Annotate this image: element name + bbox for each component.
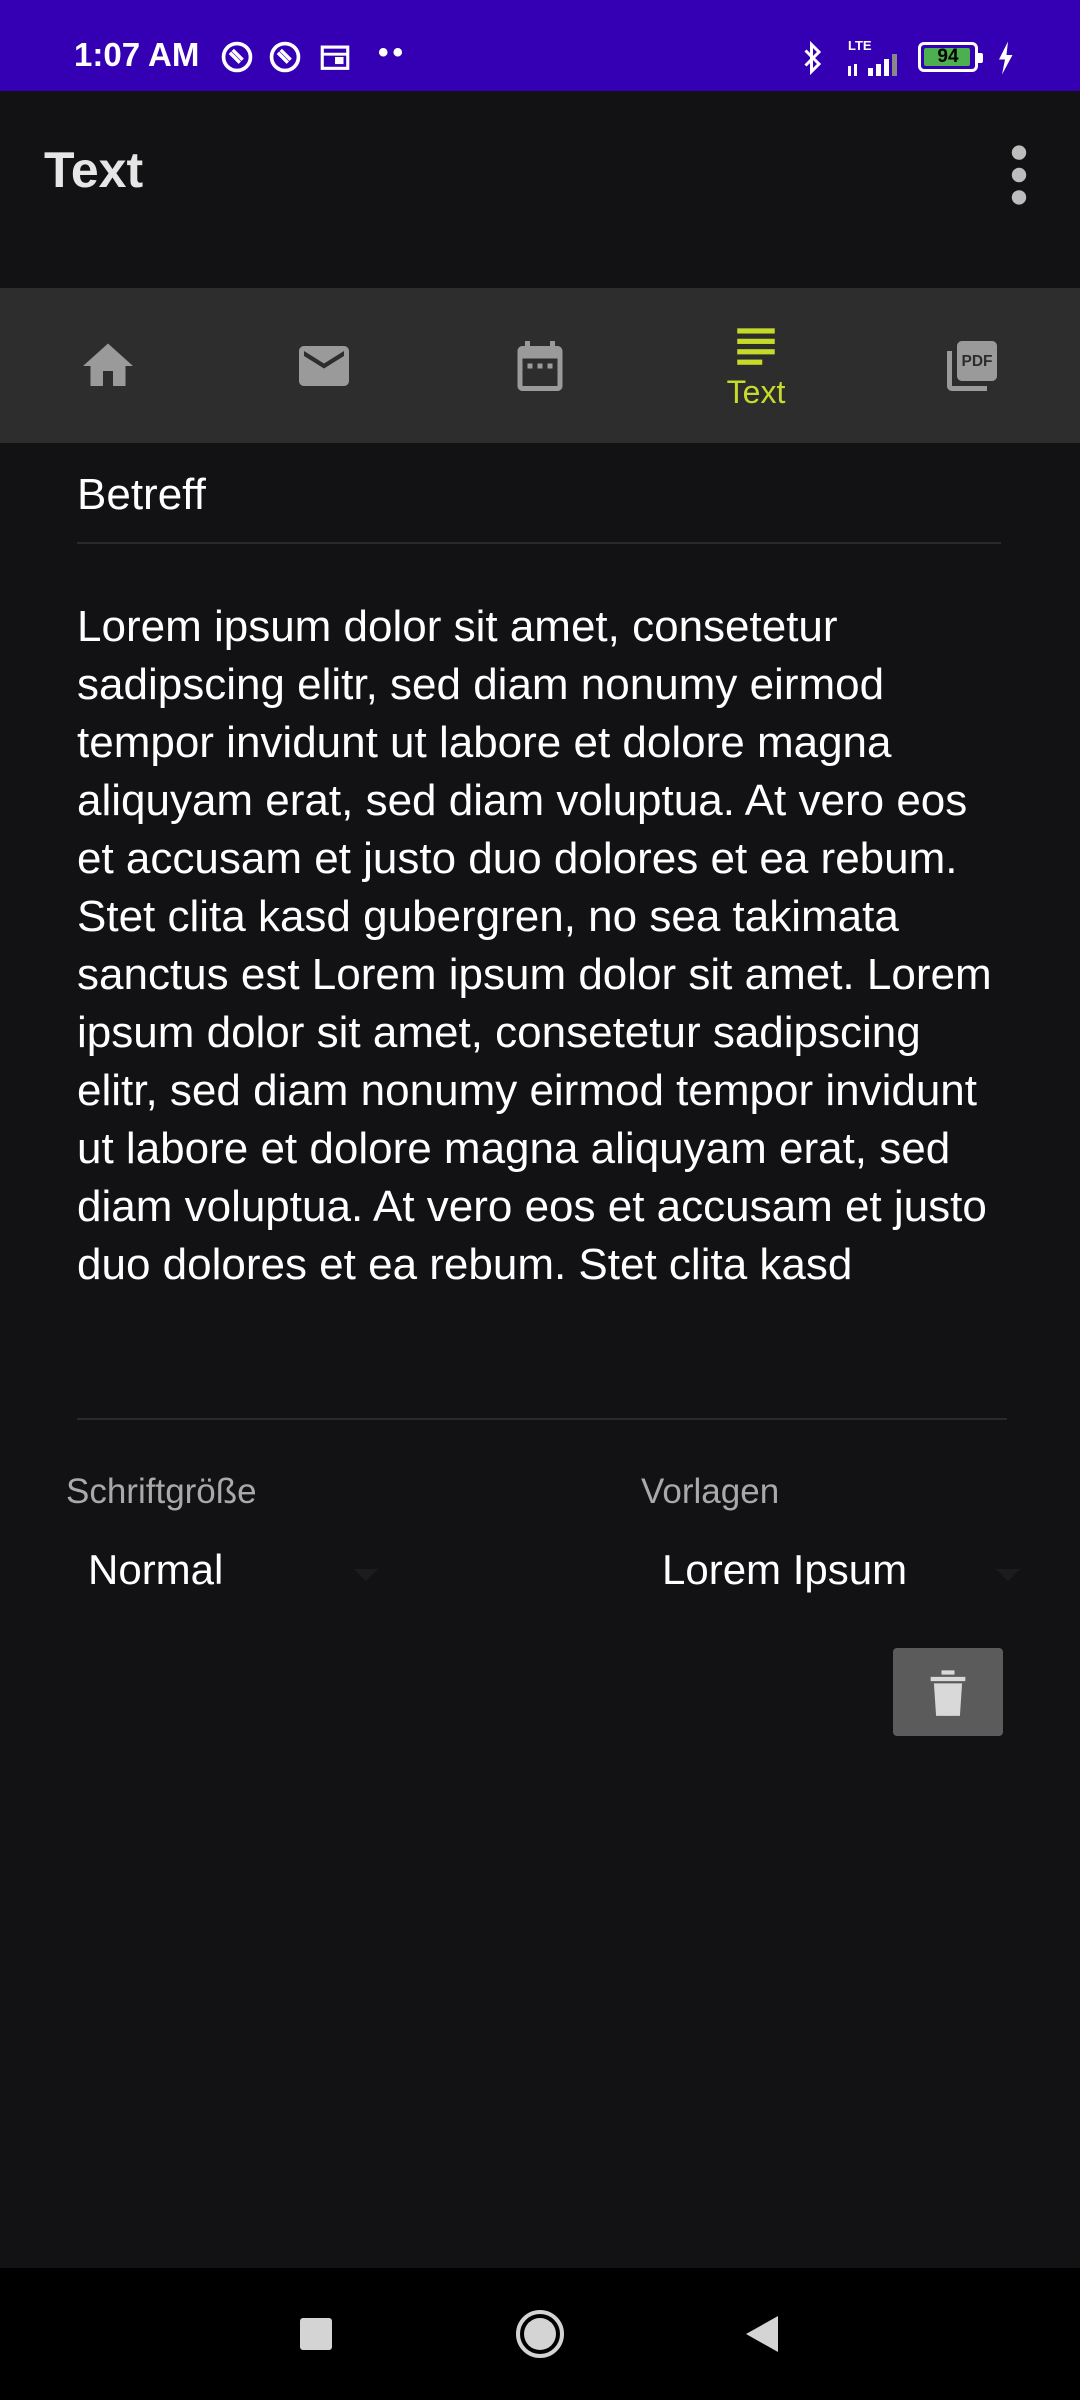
battery-level: 94 (937, 46, 959, 67)
signal-icon: LTE (846, 38, 906, 78)
font-size-select[interactable]: Normal (88, 1546, 223, 1594)
status-bar: 1:07 AM •• LTE 94 (0, 0, 1080, 91)
back-icon (746, 2316, 778, 2352)
chevron-down-icon[interactable] (354, 1569, 378, 1581)
templates-select[interactable]: Lorem Ipsum (662, 1546, 907, 1594)
charging-icon (999, 41, 1013, 75)
text-lines-icon (737, 328, 775, 365)
tab-mail[interactable] (216, 288, 432, 443)
subject-placeholder: Betreff (77, 470, 206, 519)
sync-icon (269, 41, 301, 73)
subject-input[interactable]: Betreff (77, 470, 1001, 544)
tab-pdf[interactable]: PDF (864, 288, 1080, 443)
system-nav-bar (0, 2268, 1080, 2400)
recent-apps-icon (300, 2318, 332, 2350)
network-type: LTE (848, 38, 872, 53)
battery-icon: 94 (918, 42, 983, 72)
tab-bar: Text PDF (0, 288, 1080, 443)
more-vert-icon[interactable] (1004, 143, 1034, 207)
status-time: 1:07 AM (74, 36, 200, 73)
delete-button[interactable] (893, 1648, 1003, 1736)
font-size-label: Schriftgröße (66, 1472, 257, 1511)
chevron-down-icon[interactable] (996, 1569, 1020, 1581)
home-icon (83, 343, 133, 386)
page-title: Text (44, 142, 144, 198)
status-overflow-dots: •• (378, 36, 408, 69)
tab-text-label: Text (726, 374, 786, 410)
recent-apps-button[interactable] (250, 2268, 382, 2400)
bluetooth-icon (804, 40, 822, 76)
pdf-icon: PDF (947, 340, 997, 391)
home-circle-icon (516, 2310, 564, 2358)
body-textarea[interactable]: Lorem ipsum dolor sit amet, consetetur s… (77, 598, 1007, 1420)
back-button[interactable] (696, 2268, 828, 2400)
svg-text:PDF: PDF (962, 353, 993, 370)
tab-text[interactable]: Text (648, 288, 864, 443)
trash-icon (930, 1670, 966, 1716)
mail-icon (299, 345, 349, 386)
calendar-icon (517, 340, 563, 391)
calendar-icon (320, 45, 350, 70)
templates-label: Vorlagen (641, 1472, 780, 1511)
app-bar: Text (0, 91, 1080, 288)
tab-home[interactable] (0, 288, 216, 443)
sync-icon (221, 41, 253, 73)
home-button[interactable] (474, 2268, 606, 2400)
tab-calendar[interactable] (432, 288, 648, 443)
